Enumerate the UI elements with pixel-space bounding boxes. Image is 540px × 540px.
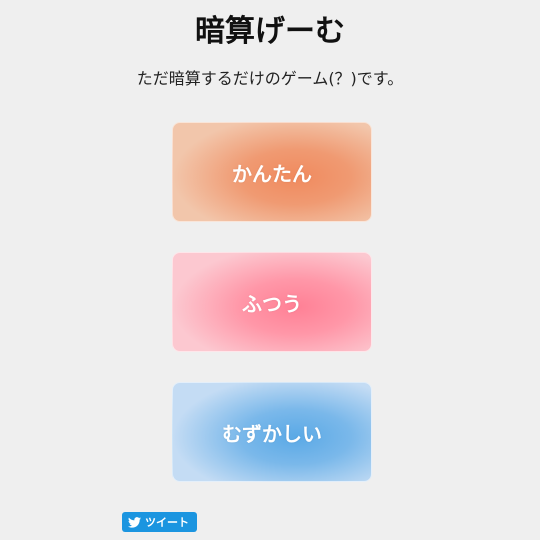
normal-button[interactable]: ふつう: [172, 252, 372, 352]
easy-button-label: かんたん: [232, 161, 312, 186]
easy-button[interactable]: かんたん: [172, 122, 372, 222]
hard-button-label: むずかしい: [222, 421, 322, 446]
game-page: 暗算げーむ ただ暗算するだけのゲーム(？)です。 かんたん ふつう むずかしい …: [0, 0, 540, 540]
tweet-button[interactable]: ツイート: [122, 512, 197, 532]
page-subtitle: ただ暗算するだけのゲーム(？)です。: [136, 69, 404, 88]
twitter-bird-icon: [128, 516, 141, 528]
page-title: 暗算げーむ: [195, 14, 345, 49]
normal-button-label: ふつう: [242, 291, 302, 316]
tweet-button-label: ツイート: [145, 516, 189, 529]
hard-button[interactable]: むずかしい: [172, 382, 372, 482]
